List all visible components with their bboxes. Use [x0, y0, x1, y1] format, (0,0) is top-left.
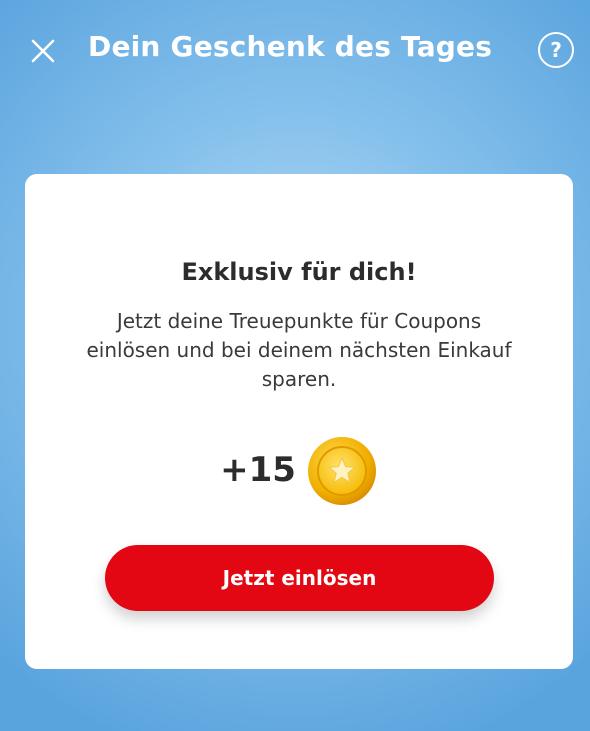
- card-description: Jetzt deine Treuepunkte für Coupons einl…: [86, 309, 512, 391]
- gift-card: Exklusiv für dich! Jetzt deine Treuepunk…: [25, 174, 573, 669]
- points-value: +15: [220, 450, 296, 490]
- points-row: +15: [25, 432, 573, 508]
- header: Dein Geschenk des Tages ?: [0, 0, 590, 100]
- help-button[interactable]: ?: [538, 32, 574, 68]
- card-title: Exklusiv für dich!: [181, 258, 417, 286]
- star-coin-icon: [307, 437, 376, 505]
- close-icon: [31, 39, 55, 63]
- close-button[interactable]: [26, 34, 60, 68]
- page-title: Dein Geschenk des Tages: [88, 30, 493, 63]
- question-mark-icon: ?: [550, 38, 562, 62]
- redeem-button[interactable]: Jetzt einlösen: [105, 545, 494, 611]
